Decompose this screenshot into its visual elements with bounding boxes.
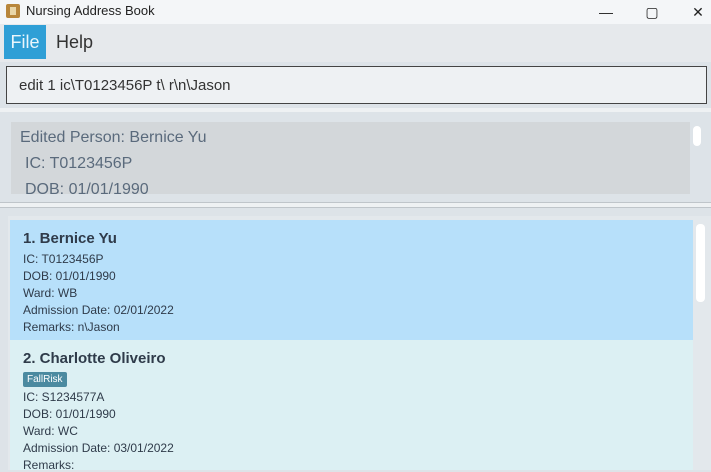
person-ic: IC: T0123456P: [23, 252, 104, 266]
result-display[interactable]: Edited Person: Bernice Yu IC: T0123456P …: [11, 122, 690, 194]
person-admission-date: Admission Date: 03/01/2022: [23, 441, 174, 455]
separator: [0, 108, 711, 112]
person-ward: Ward: WC: [23, 424, 78, 438]
person-dob: DOB: 01/01/1990: [23, 407, 116, 421]
title-bar: Nursing Address Book — ▢ ✕: [0, 0, 711, 24]
file-menu[interactable]: File: [4, 25, 46, 59]
result-line: Edited Person: Bernice Yu: [20, 129, 207, 146]
result-scrollbar[interactable]: [693, 126, 701, 146]
close-button[interactable]: ✕: [675, 0, 711, 24]
person-card[interactable]: 1. Bernice Yu IC: T0123456P DOB: 01/01/1…: [10, 220, 693, 340]
pane-divider[interactable]: [0, 202, 711, 208]
person-remarks: Remarks: n\Jason: [23, 320, 120, 334]
app-icon: [6, 4, 20, 18]
person-name: 2. Charlotte Oliveiro: [23, 350, 166, 367]
command-box[interactable]: edit 1 ic\T0123456P t\ r\n\Jason: [6, 66, 707, 104]
person-ward: Ward: WB: [23, 286, 78, 300]
menu-bar: File Help: [0, 24, 711, 62]
person-card[interactable]: 2. Charlotte Oliveiro FallRisk IC: S1234…: [10, 340, 693, 472]
maximize-button[interactable]: ▢: [629, 0, 675, 24]
person-dob: DOB: 01/01/1990: [23, 269, 116, 283]
person-admission-date: Admission Date: 02/01/2022: [23, 303, 174, 317]
tag-badge: FallRisk: [23, 372, 67, 387]
result-line: DOB: 01/01/1990: [25, 181, 149, 194]
list-scrollbar[interactable]: [696, 224, 705, 302]
result-line: IC: T0123456P: [25, 155, 133, 172]
window-title: Nursing Address Book: [26, 3, 155, 18]
command-input[interactable]: edit 1 ic\T0123456P t\ r\n\Jason: [19, 77, 231, 94]
help-menu[interactable]: Help: [56, 32, 93, 53]
minimize-button[interactable]: —: [583, 0, 629, 24]
person-ic: IC: S1234577A: [23, 390, 105, 404]
person-name: 1. Bernice Yu: [23, 230, 117, 247]
